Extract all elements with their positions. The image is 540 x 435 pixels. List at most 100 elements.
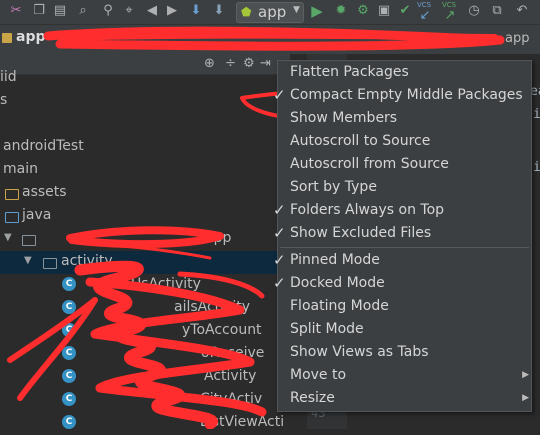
attach-debugger-icon[interactable]: ▣	[376, 3, 392, 19]
coverage-icon[interactable]: ⚙	[355, 3, 371, 19]
checkmark-icon: ✓	[273, 86, 286, 104]
chevron-down-icon: ▼	[293, 5, 300, 15]
tree-label: s	[0, 92, 8, 108]
menu-item-label: Split Mode	[290, 321, 364, 337]
tree-row-package[interactable]: ▼ app	[0, 228, 290, 251]
menu-item-sort-by-type[interactable]: Sort by Type	[278, 177, 531, 200]
checkmark-icon: ✓	[273, 201, 286, 219]
class-icon: C	[62, 346, 76, 360]
make-module-icon[interactable]: ⬇	[211, 3, 227, 19]
menu-item-label: Folders Always on Top	[290, 202, 445, 218]
menu-item-docked-mode[interactable]: ✓ Docked Mode	[273, 273, 531, 296]
checkmark-icon: ✓	[273, 274, 286, 292]
menu-item-split-mode[interactable]: Split Mode	[278, 319, 531, 342]
menu-separator	[280, 247, 529, 248]
tree-row-class[interactable]: C UsActivity	[0, 274, 290, 297]
menu-item-autoscroll-to-source[interactable]: Autoscroll to Source	[278, 131, 531, 154]
tree-row-assets[interactable]: assets	[0, 182, 290, 205]
run-icon[interactable]: ▶	[309, 3, 325, 19]
find-icon[interactable]: ⌕	[75, 3, 91, 19]
class-icon: C	[62, 392, 76, 406]
tree-row-class[interactable]: C ailsActivity	[0, 297, 290, 320]
forward-icon[interactable]: ▶	[164, 3, 180, 19]
paste-icon[interactable]: ▤	[52, 3, 68, 19]
menu-item-label: Pinned Mode	[290, 252, 380, 268]
checkmark-icon: ✓	[273, 251, 286, 269]
menu-item-label: Show Excluded Files	[290, 225, 432, 241]
tree-row-class[interactable]: C yToAccount	[0, 320, 290, 343]
menu-item-compact-empty-middle-packages[interactable]: ✓ Compact Empty Middle Packages	[273, 85, 531, 108]
tree-label: activity	[61, 253, 113, 269]
vcs-update-icon[interactable]: ↙	[417, 8, 433, 24]
class-icon: C	[62, 300, 76, 314]
tree-label: java	[22, 207, 52, 223]
tree-label: iid	[0, 69, 17, 85]
submenu-arrow-icon: ▶	[522, 370, 529, 380]
code-fragment: i	[533, 160, 540, 175]
tree-label: UsActivity	[131, 276, 201, 292]
tree-label: main	[3, 161, 38, 177]
menu-item-pinned-mode[interactable]: ✓ Pinned Mode	[273, 250, 531, 273]
make-project-icon[interactable]: ⬇	[188, 3, 204, 19]
class-icon: C	[62, 277, 76, 291]
menu-item-floating-mode[interactable]: Floating Mode	[278, 296, 531, 319]
package-icon	[43, 258, 57, 269]
expand-arrow-icon[interactable]: ▼	[24, 255, 32, 266]
debug-icon[interactable]: ✹	[333, 3, 349, 19]
code-fragment: i	[533, 107, 540, 122]
menu-item-resize[interactable]: Resize ▶	[278, 388, 531, 411]
tree-row-main[interactable]: main	[0, 159, 290, 182]
menu-item-label: Floating Mode	[290, 298, 389, 314]
revert-icon[interactable]: ↶	[514, 3, 530, 19]
vcs-compare-icon[interactable]: ⧉	[489, 3, 505, 19]
tree-row-class[interactable]: C oReceive	[0, 343, 290, 366]
replace-icon[interactable]: ⌖	[121, 3, 137, 19]
menu-item-flatten-packages[interactable]: Flatten Packages	[278, 62, 531, 85]
vcs-history-icon[interactable]: ◷	[466, 3, 482, 19]
menu-item-label: Show Views as Tabs	[290, 344, 429, 360]
tree-row-activity[interactable]: ▼ activity	[0, 251, 290, 274]
source-folder-icon	[5, 212, 19, 223]
copy-icon[interactable]: ❐	[31, 3, 47, 19]
tree-row-class[interactable]: C ListViewActi	[0, 412, 290, 435]
cut-icon[interactable]: ✂	[8, 3, 24, 19]
tree-row-class[interactable]: C CityActiv	[0, 389, 290, 412]
apply-changes-icon[interactable]: ✔	[397, 3, 413, 19]
menu-item-show-excluded-files[interactable]: ✓ Show Excluded Files	[273, 223, 531, 246]
menu-item-label: Move to	[290, 367, 347, 383]
tree-row[interactable]: iid	[0, 67, 290, 90]
breadcrumb	[0, 25, 540, 55]
menu-item-move-to[interactable]: Move to ▶	[278, 365, 531, 388]
tree-row-java[interactable]: java	[0, 205, 290, 228]
menu-item-label: Autoscroll from Source	[290, 156, 449, 172]
menu-item-label: Docked Mode	[290, 275, 385, 291]
search-icon[interactable]: ⚲	[100, 3, 116, 19]
tree-row-androidtest[interactable]: androidTest	[0, 136, 290, 159]
vcs-commit-icon[interactable]: ↗	[442, 8, 458, 24]
menu-item-label: Compact Empty Middle Packages	[290, 87, 523, 103]
menu-item-label: Sort by Type	[290, 179, 377, 195]
class-icon: C	[62, 323, 76, 337]
checkmark-icon: ✓	[273, 224, 286, 242]
tree-label: Activity	[204, 368, 257, 384]
tree-row-class[interactable]: C Activity	[0, 366, 290, 389]
menu-item-folders-always-on-top[interactable]: ✓ Folders Always on Top	[273, 200, 531, 223]
project-view-options-menu: Flatten Packages ✓ Compact Empty Middle …	[273, 60, 532, 412]
menu-item-show-members[interactable]: Show Members	[278, 108, 531, 131]
tree-label: assets	[22, 184, 67, 200]
tree-label: oReceive	[201, 345, 265, 361]
back-icon[interactable]: ◀	[144, 3, 160, 19]
tree-label: yToAccount	[182, 322, 262, 338]
breadcrumb-item-app-end[interactable]: app	[505, 31, 529, 46]
menu-item-autoscroll-from-source[interactable]: Autoscroll from Source	[278, 154, 531, 177]
tree-label: CityActiv	[200, 391, 263, 407]
expand-arrow-icon[interactable]: ▼	[4, 232, 12, 243]
menu-item-label: Show Members	[290, 110, 398, 126]
run-config-select[interactable]: ⬟ app ▼	[236, 2, 304, 23]
android-icon: ⬟	[241, 5, 252, 19]
menu-item-show-views-as-tabs[interactable]: Show Views as Tabs	[278, 342, 531, 365]
breadcrumb-item-app[interactable]: app	[16, 29, 46, 45]
class-icon: C	[62, 369, 76, 383]
tree-label: ailsActivity	[174, 299, 251, 315]
tree-row[interactable]: s	[0, 90, 290, 113]
